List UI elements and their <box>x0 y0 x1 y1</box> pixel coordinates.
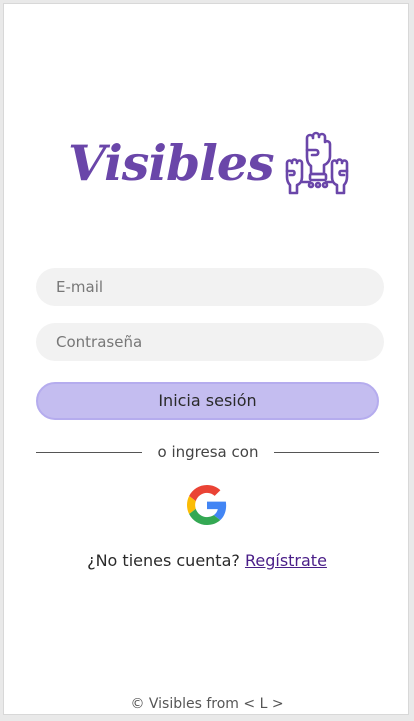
google-icon[interactable] <box>187 485 227 525</box>
brand-logo-text: Visibles <box>68 134 275 192</box>
alt-login-divider-text: o ingresa con <box>157 443 259 461</box>
password-field[interactable] <box>36 323 384 361</box>
email-field[interactable] <box>36 268 384 306</box>
brand-header: Visibles <box>4 126 410 206</box>
signup-prompt-text: ¿No tienes cuenta? <box>87 551 240 570</box>
raised-fists-icon <box>285 131 349 195</box>
signup-prompt-row: ¿No tienes cuenta? Regístrate <box>4 550 410 572</box>
login-button[interactable]: Inicia sesión <box>36 382 379 420</box>
login-screen: Visibles Inicia sesión o ingresa con <box>3 3 409 715</box>
divider-right <box>274 452 379 453</box>
divider-left <box>36 452 142 453</box>
signup-link[interactable]: Regístrate <box>245 551 327 570</box>
footer-credit: © Visibles from < L > <box>130 696 284 712</box>
